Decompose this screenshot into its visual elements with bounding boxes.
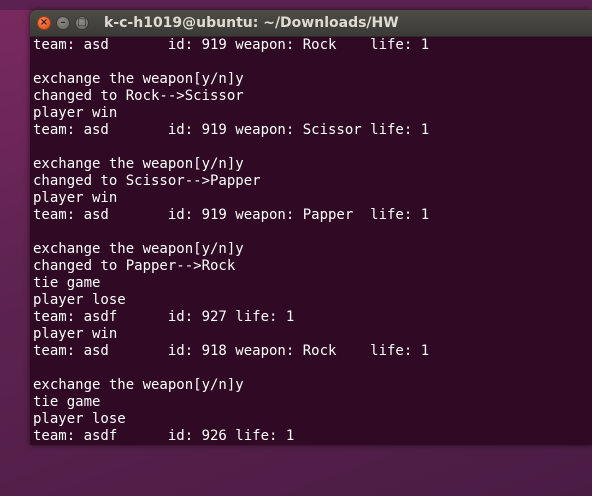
maximize-icon: □ (77, 17, 87, 28)
terminal-line: player win (33, 190, 118, 206)
close-icon: × (39, 17, 49, 28)
minimize-window-button[interactable]: – (56, 16, 70, 30)
terminal-line: tie game (33, 275, 101, 291)
terminal-window[interactable]: × – □ k-c-h1019@ubuntu: ~/Downloads/HW t… (30, 10, 592, 445)
maximize-window-button[interactable]: □ (75, 16, 89, 30)
minimize-icon: – (60, 17, 66, 28)
terminal-line: player win (33, 326, 118, 342)
terminal-line: changed to Scissor-->Papper (33, 173, 261, 189)
terminal-line: exchange the weapon[y/n]y (33, 71, 244, 87)
window-title: k-c-h1019@ubuntu: ~/Downloads/HW (104, 15, 399, 31)
terminal-output[interactable]: team: asd id: 919 weapon: Rock life: 1 e… (33, 37, 592, 445)
terminal-line: exchange the weapon[y/n]y (33, 156, 244, 172)
window-titlebar[interactable]: × – □ k-c-h1019@ubuntu: ~/Downloads/HW (30, 10, 592, 37)
desktop-background (0, 0, 592, 10)
terminal-line: exchange the weapon[y/n]y (33, 377, 244, 393)
terminal-line: exchange the weapon[y/n]y (33, 241, 244, 257)
terminal-line: team: asd id: 919 weapon: Scissor life: … (33, 122, 430, 138)
terminal-line: changed to Papper-->Rock (33, 258, 236, 274)
terminal-line: team: asdf id: 927 life: 1 (33, 309, 295, 325)
terminal-line: team: asd id: 919 weapon: Rock life: 1 (33, 37, 430, 53)
terminal-line: team: asd id: 919 weapon: Papper life: 1 (33, 207, 430, 223)
terminal-line: team: asd id: 918 weapon: Rock life: 1 (33, 343, 430, 359)
terminal-line: player lose (33, 292, 126, 308)
terminal-line: changed to Rock-->Scissor (33, 88, 244, 104)
close-window-button[interactable]: × (37, 16, 51, 30)
terminal-line: tie game (33, 394, 101, 410)
terminal-line: team: asdf id: 926 life: 1 (33, 428, 295, 444)
terminal-line: player lose (33, 411, 126, 427)
terminal-line: player win (33, 105, 118, 121)
